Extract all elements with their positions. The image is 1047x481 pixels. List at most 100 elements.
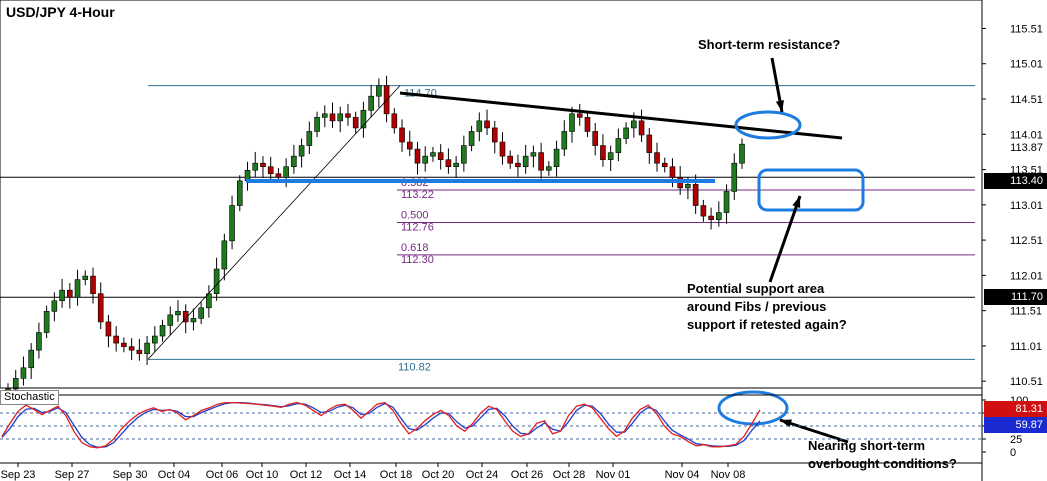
candle-body (144, 342, 150, 354)
candle-body (453, 162, 459, 168)
stoch-d-tag: 59.87 (984, 417, 1047, 433)
candle-body (321, 113, 328, 118)
annotation-overbought-line1: Nearing short-term (808, 438, 926, 453)
candle-body (468, 131, 475, 146)
fib-ratio-label: 0.500 (401, 209, 429, 221)
candle-body (499, 141, 506, 157)
time-tick-label: Oct 04 (158, 469, 190, 481)
candle-body (561, 131, 568, 150)
candle-body (484, 120, 490, 129)
candle-body (352, 117, 359, 129)
price-tick-label: 115.51 (1010, 23, 1043, 35)
candle-body (739, 143, 745, 164)
candle-body (538, 152, 544, 171)
candle-body (592, 131, 599, 146)
candle-body (553, 148, 560, 168)
candle-body (167, 314, 174, 326)
time-tick-label: Nov 04 (665, 469, 700, 481)
fib-price-label: 113.22 (401, 189, 434, 201)
candle-body (36, 332, 42, 351)
fib-price-label: 112.76 (401, 221, 434, 233)
candle-body (306, 131, 313, 146)
support-price-tag: 113.40 (984, 173, 1047, 189)
resistance-trendline (399, 91, 843, 140)
annotation-support: Potential support area around Fibs / pre… (687, 280, 847, 334)
time-tick-label: Oct 18 (380, 469, 412, 481)
price-tick-label: 110.51 (1010, 376, 1043, 388)
candle-body (82, 275, 89, 280)
candle-body (399, 127, 405, 143)
annotation-support-line3: support if retested again? (687, 317, 847, 332)
candle-body (267, 166, 274, 175)
annotation-resistance: Short-term resistance? (698, 37, 841, 52)
candle-body (97, 293, 104, 323)
time-tick-label: Oct 14 (334, 469, 366, 481)
candle-body (12, 378, 19, 390)
candle-body (337, 113, 344, 122)
swing-low-label: 110.82 (398, 361, 431, 373)
candle-body (252, 162, 259, 171)
candle-body (445, 159, 452, 168)
price-tick-label: 114.51 (1010, 94, 1043, 106)
candle-body (28, 349, 34, 369)
candle-body (607, 152, 614, 160)
candle-body (430, 152, 436, 157)
time-tick-label: Oct 26 (511, 469, 543, 481)
candle-body (206, 293, 212, 309)
candle-body (692, 184, 699, 206)
candle-body (329, 113, 336, 122)
stoch-tick-label: 25 (1010, 434, 1022, 446)
annotation-support-line2: around Fibs / previous (687, 299, 827, 314)
candle-body (631, 120, 637, 129)
annotation-overbought: Nearing short-term overbought conditions… (808, 437, 957, 473)
candle-body (654, 152, 660, 164)
candle-body (298, 145, 305, 157)
time-tick-label: Nov 01 (596, 469, 631, 481)
price-tick-label: 111.51 (1010, 306, 1042, 318)
candle-body (105, 321, 112, 337)
candles (5, 75, 745, 402)
candle-body (422, 155, 429, 164)
candle-body (175, 311, 181, 316)
candle-body (291, 155, 297, 168)
annotation-support-line1: Potential support area (687, 281, 825, 296)
candle-body (576, 113, 583, 118)
time-tick-label: Oct 06 (206, 469, 238, 481)
candle-body (414, 148, 421, 164)
annotation-overbought-line2: overbought conditions? (808, 456, 957, 471)
candle-body (368, 95, 374, 111)
candle-body (74, 279, 81, 298)
candle-body (275, 173, 282, 178)
time-tick-label: Sep 23 (1, 469, 36, 481)
candle-body (615, 138, 622, 153)
candle-body (198, 307, 204, 319)
overbought-callout-ellipse (717, 390, 789, 426)
current-price-tag: 113.87 (984, 140, 1047, 156)
candle-body (437, 152, 444, 160)
candle-body (507, 155, 514, 164)
time-tick-label: Nov 08 (711, 469, 746, 481)
candle-body (708, 215, 714, 220)
candle-body (283, 166, 289, 178)
candle-body (522, 155, 529, 168)
candle-body (476, 120, 483, 132)
candle-body (515, 162, 521, 168)
candle-body (136, 349, 143, 354)
candle-body (716, 212, 722, 220)
candle-body (685, 184, 691, 189)
stoch-k-tag: 81.31 (984, 401, 1047, 417)
candle-body (638, 120, 645, 136)
candle-body (90, 275, 96, 295)
candle-body (623, 127, 629, 139)
candle-body (213, 268, 220, 295)
fib-anchor-line (147, 85, 401, 360)
candle-body (236, 180, 243, 206)
stochastic-label: Stochastic (0, 390, 59, 405)
candle-body (20, 367, 27, 379)
time-tick-label: Oct 12 (290, 469, 322, 481)
candle-body (461, 145, 467, 164)
candle-body (406, 141, 413, 150)
candle-body (190, 318, 197, 323)
candle-body (152, 335, 158, 344)
time-tick-label: Oct 24 (466, 469, 498, 481)
